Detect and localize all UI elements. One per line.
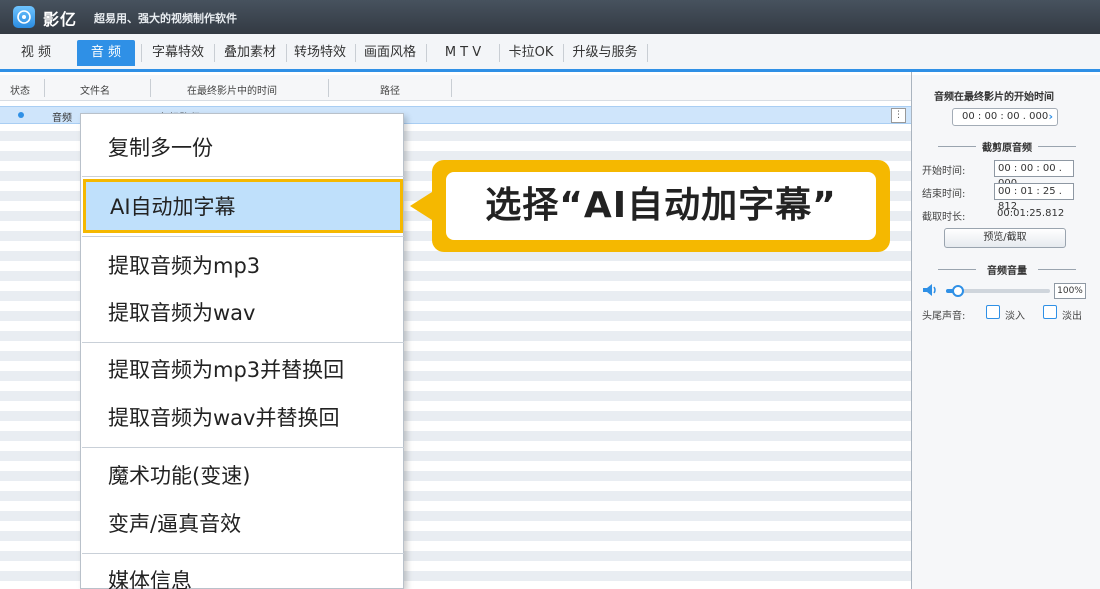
start-time-value: 00 : 00 : 00 . 000 bbox=[962, 111, 1049, 122]
tab-divider bbox=[426, 44, 427, 62]
tab-divider bbox=[141, 44, 142, 62]
volume-slider-handle[interactable] bbox=[952, 285, 965, 297]
preview-trim-button[interactable]: 预览/截取 bbox=[944, 228, 1066, 248]
tab-picture-style[interactable]: 画面风格 bbox=[357, 40, 423, 66]
tab-overlay-materials[interactable]: 叠加素材 bbox=[216, 40, 284, 66]
fade-in-checkbox[interactable] bbox=[986, 305, 1000, 319]
start-time-title: 音频在最终影片的开始时间 bbox=[934, 92, 1054, 103]
begin-time-label: 开始时间: bbox=[922, 166, 966, 177]
tab-divider bbox=[214, 44, 215, 62]
menu-item-extract-mp3[interactable]: 提取音频为mp3 bbox=[81, 242, 403, 290]
tab-divider bbox=[563, 44, 564, 62]
column-divider bbox=[150, 79, 151, 97]
tab-transition-effects[interactable]: 转场特效 bbox=[287, 40, 353, 66]
column-divider bbox=[44, 79, 45, 97]
tab-divider bbox=[499, 44, 500, 62]
context-menu: 复制多一份 AI自动加字幕 提取音频为mp3 提取音频为wav 提取音频为mp3… bbox=[80, 113, 404, 589]
menu-separator bbox=[82, 176, 404, 177]
column-path[interactable]: 路径 bbox=[380, 82, 400, 97]
callout-text: 选择“AI自动加字幕” bbox=[446, 172, 876, 240]
tab-mtv[interactable]: M T V bbox=[432, 40, 494, 66]
more-options-button[interactable]: ⋮ bbox=[891, 108, 906, 123]
fade-out-label: 淡出 bbox=[1062, 311, 1082, 322]
speaker-icon[interactable] bbox=[922, 283, 940, 300]
tab-divider bbox=[355, 44, 356, 62]
tab-audio[interactable]: 音 频 bbox=[77, 40, 135, 66]
begin-time-input[interactable]: 00 : 00 : 00 . 000 bbox=[994, 160, 1074, 189]
fade-label: 头尾声音: bbox=[922, 311, 966, 322]
duration-value: 00:01:25.812 bbox=[997, 208, 1065, 219]
volume-value-box[interactable]: 100% bbox=[1054, 283, 1086, 299]
title-bar: 影亿 超易用、强大的视频制作软件 bbox=[0, 0, 1100, 34]
end-time-input[interactable]: 00 : 01 : 25 . 812 bbox=[994, 183, 1074, 212]
callout-arrow-icon bbox=[410, 192, 432, 220]
tab-upgrade-service[interactable]: 升级与服务 bbox=[566, 40, 644, 66]
column-divider bbox=[451, 79, 452, 97]
tab-subtitle-effects[interactable]: 字幕特效 bbox=[145, 40, 211, 66]
chevron-right-icon[interactable]: › bbox=[1048, 109, 1053, 125]
app-name: 影亿 bbox=[43, 10, 78, 29]
tab-video[interactable]: 视 频 bbox=[8, 40, 64, 66]
main-tabs: 视 频 音 频 字幕特效 叠加素材 转场特效 画面风格 M T V 卡拉OK 升… bbox=[0, 34, 1100, 72]
menu-item-ai-auto-subtitles[interactable]: AI自动加字幕 bbox=[83, 179, 403, 233]
status-dot-icon bbox=[18, 112, 24, 118]
duration-label: 截取时长: bbox=[922, 212, 966, 223]
menu-item-voice-effects[interactable]: 变声/逼真音效 bbox=[81, 500, 403, 548]
fade-in-label: 淡入 bbox=[1005, 311, 1025, 322]
menu-separator bbox=[82, 553, 404, 554]
tab-divider bbox=[647, 44, 648, 62]
audio-properties-panel: 音频在最终影片的开始时间 00 : 00 : 00 . 000 › 截剪原音频 … bbox=[912, 75, 1100, 589]
app-logo-icon bbox=[13, 6, 35, 28]
menu-item-extract-wav-replace[interactable]: 提取音频为wav并替换回 bbox=[81, 394, 403, 442]
start-time-input[interactable]: 00 : 00 : 00 . 000 › bbox=[952, 108, 1058, 126]
volume-section-title: 音频音量 bbox=[922, 262, 1092, 277]
table-header: 状态 文件名 在最终影片中的时间 路径 bbox=[0, 75, 912, 101]
menu-item-extract-mp3-replace[interactable]: 提取音频为mp3并替换回 bbox=[81, 346, 403, 394]
end-time-label: 结束时间: bbox=[922, 189, 966, 200]
column-divider bbox=[328, 79, 329, 97]
volume-slider[interactable] bbox=[946, 285, 1050, 297]
menu-item-speed-change[interactable]: 魔术功能(变速) bbox=[81, 452, 403, 500]
column-filename[interactable]: 文件名 bbox=[80, 82, 110, 97]
menu-separator bbox=[82, 236, 404, 237]
column-status[interactable]: 状态 bbox=[10, 82, 30, 97]
tab-karaoke[interactable]: 卡拉OK bbox=[502, 40, 560, 66]
menu-item-duplicate[interactable]: 复制多一份 bbox=[81, 124, 403, 172]
row-filename: 音频 bbox=[52, 113, 72, 124]
menu-item-media-info[interactable]: 媒体信息 bbox=[81, 557, 403, 589]
fade-out-checkbox[interactable] bbox=[1043, 305, 1057, 319]
trim-section-title: 截剪原音频 bbox=[922, 139, 1092, 154]
menu-item-extract-wav[interactable]: 提取音频为wav bbox=[81, 289, 403, 337]
app-slogan: 超易用、强大的视频制作软件 bbox=[94, 12, 237, 25]
menu-separator bbox=[82, 342, 404, 343]
menu-separator bbox=[82, 447, 404, 448]
column-time-in-movie[interactable]: 在最终影片中的时间 bbox=[187, 82, 277, 97]
